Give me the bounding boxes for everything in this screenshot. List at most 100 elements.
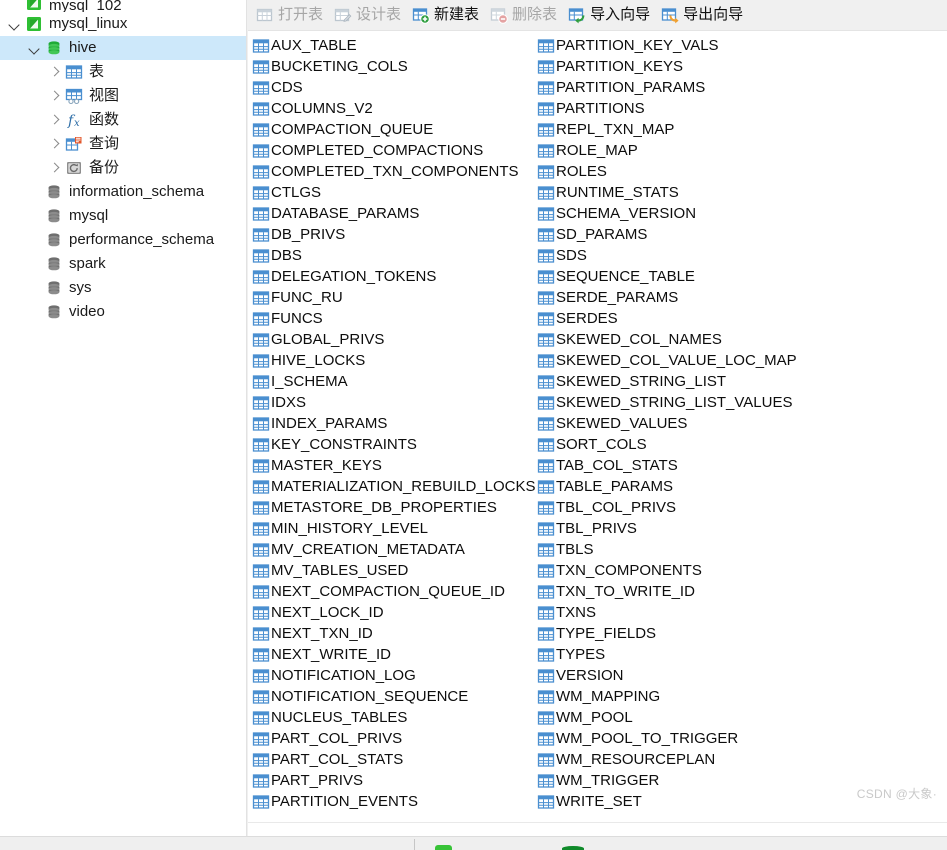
table-list-item[interactable]: SERDE_PARAMS <box>537 287 797 308</box>
table-list-item[interactable]: METASTORE_DB_PROPERTIES <box>252 497 536 518</box>
table-list-item[interactable]: COMPLETED_TXN_COMPONENTS <box>252 161 536 182</box>
chevron-right-icon[interactable] <box>48 90 61 103</box>
table-list-item[interactable]: TBL_PRIVS <box>537 518 797 539</box>
table-list-item[interactable]: PARTITION_EVENTS <box>252 791 536 812</box>
table-list-item[interactable]: TAB_COL_STATS <box>537 455 797 476</box>
tree-item-10[interactable]: performance_schema <box>0 228 246 252</box>
table-list-item[interactable]: PARTITIONS <box>537 98 797 119</box>
table-list-item[interactable]: TXNS <box>537 602 797 623</box>
table-list-item[interactable]: COLUMNS_V2 <box>252 98 536 119</box>
table-list-column-right[interactable]: PARTITION_KEY_VALS PARTITION_KEYS PARTITIO… <box>537 35 797 812</box>
table-list-item[interactable]: WM_TRIGGER <box>537 770 797 791</box>
chevron-right-icon[interactable] <box>48 138 61 151</box>
taskbar-app-icon-1[interactable] <box>435 845 452 850</box>
table-list-item[interactable]: COMPACTION_QUEUE <box>252 119 536 140</box>
tree-item-1[interactable]: mysql_linux <box>0 12 246 36</box>
table-list-item[interactable]: SEQUENCE_TABLE <box>537 266 797 287</box>
table-list-item[interactable]: HIVE_LOCKS <box>252 350 536 371</box>
table-list-item[interactable]: WM_POOL_TO_TRIGGER <box>537 728 797 749</box>
table-list-item[interactable]: DATABASE_PARAMS <box>252 203 536 224</box>
table-list-item[interactable]: DBS <box>252 245 536 266</box>
table-list-item[interactable]: SCHEMA_VERSION <box>537 203 797 224</box>
table-list-item[interactable]: NOTIFICATION_SEQUENCE <box>252 686 536 707</box>
table-list-item[interactable]: FUNCS <box>252 308 536 329</box>
table-list-item[interactable]: SDS <box>537 245 797 266</box>
toolbar-open-table-button[interactable]: 打开表 <box>252 2 330 28</box>
table-list-item[interactable]: NUCLEUS_TABLES <box>252 707 536 728</box>
table-list-item[interactable]: KEY_CONSTRAINTS <box>252 434 536 455</box>
table-list-item[interactable]: REPL_TXN_MAP <box>537 119 797 140</box>
table-list-item[interactable]: SERDES <box>537 308 797 329</box>
tree-item-3[interactable]: 表 <box>0 60 246 84</box>
tree-item-0[interactable]: mysql_102 <box>0 0 246 12</box>
table-list-item[interactable]: WM_MAPPING <box>537 686 797 707</box>
table-list-item[interactable]: CTLGS <box>252 182 536 203</box>
table-list-item[interactable]: COMPLETED_COMPACTIONS <box>252 140 536 161</box>
table-list-item[interactable]: SKEWED_COL_NAMES <box>537 329 797 350</box>
tree-item-11[interactable]: spark <box>0 252 246 276</box>
table-list-item[interactable]: VERSION <box>537 665 797 686</box>
table-list-item[interactable]: NEXT_WRITE_ID <box>252 644 536 665</box>
table-list-item[interactable]: BUCKETING_COLS <box>252 56 536 77</box>
table-list-item[interactable]: PART_COL_PRIVS <box>252 728 536 749</box>
tree-item-13[interactable]: video <box>0 300 246 324</box>
table-list-item[interactable]: DELEGATION_TOKENS <box>252 266 536 287</box>
chevron-right-icon[interactable] <box>48 162 61 175</box>
table-list-area[interactable]: AUX_TABLE BUCKETING_COLS CDS COLUMNS_V2 COMP… <box>248 31 947 822</box>
table-list-item[interactable]: DB_PRIVS <box>252 224 536 245</box>
table-list-item[interactable]: PARTITION_PARAMS <box>537 77 797 98</box>
table-list-item[interactable]: RUNTIME_STATS <box>537 182 797 203</box>
table-list-item[interactable]: WRITE_SET <box>537 791 797 812</box>
table-list-item[interactable]: I_SCHEMA <box>252 371 536 392</box>
table-list-item[interactable]: TBLS <box>537 539 797 560</box>
chevron-right-icon[interactable] <box>48 66 61 79</box>
table-list-item[interactable]: MV_CREATION_METADATA <box>252 539 536 560</box>
tree-item-6[interactable]: 查询 <box>0 132 246 156</box>
table-list-item[interactable]: GLOBAL_PRIVS <box>252 329 536 350</box>
table-list-item[interactable]: IDXS <box>252 392 536 413</box>
toolbar-new-table-button[interactable]: 新建表 <box>408 2 486 28</box>
taskbar-app-icon-2[interactable] <box>562 846 584 850</box>
tree-item-2[interactable]: hive <box>0 36 246 60</box>
table-list-item[interactable]: NOTIFICATION_LOG <box>252 665 536 686</box>
table-list-item[interactable]: TXN_TO_WRITE_ID <box>537 581 797 602</box>
table-list-item[interactable]: SKEWED_STRING_LIST <box>537 371 797 392</box>
tree-item-4[interactable]: 视图 <box>0 84 246 108</box>
table-list-item[interactable]: TYPE_FIELDS <box>537 623 797 644</box>
table-list-item[interactable]: SKEWED_STRING_LIST_VALUES <box>537 392 797 413</box>
toolbar-export-wizard-button[interactable]: 导出向导 <box>657 2 750 28</box>
tree-item-5[interactable]: f x 函数 <box>0 108 246 132</box>
table-list-item[interactable]: PART_PRIVS <box>252 770 536 791</box>
table-list-item[interactable]: FUNC_RU <box>252 287 536 308</box>
table-list-item[interactable]: SORT_COLS <box>537 434 797 455</box>
toolbar-delete-table-button[interactable]: 删除表 <box>486 2 564 28</box>
object-toolbar[interactable]: 打开表 设计表 新建表 删除表 导入向导 导出向导 <box>248 0 947 31</box>
table-list-item[interactable]: SKEWED_COL_VALUE_LOC_MAP <box>537 350 797 371</box>
table-list-item[interactable]: MASTER_KEYS <box>252 455 536 476</box>
table-list-item[interactable]: TYPES <box>537 644 797 665</box>
table-list-column-left[interactable]: AUX_TABLE BUCKETING_COLS CDS COLUMNS_V2 COMP… <box>252 35 536 812</box>
tree-item-9[interactable]: mysql <box>0 204 246 228</box>
toolbar-design-table-button[interactable]: 设计表 <box>330 2 408 28</box>
table-list-item[interactable]: PARTITION_KEY_VALS <box>537 35 797 56</box>
table-list-item[interactable]: PART_COL_STATS <box>252 749 536 770</box>
table-list-item[interactable]: SD_PARAMS <box>537 224 797 245</box>
table-list-item[interactable]: CDS <box>252 77 536 98</box>
table-list-item[interactable]: NEXT_TXN_ID <box>252 623 536 644</box>
table-list-item[interactable]: WM_RESOURCEPLAN <box>537 749 797 770</box>
table-list-item[interactable]: MATERIALIZATION_REBUILD_LOCKS <box>252 476 536 497</box>
table-list-item[interactable]: MIN_HISTORY_LEVEL <box>252 518 536 539</box>
table-list-item[interactable]: TABLE_PARAMS <box>537 476 797 497</box>
chevron-right-icon[interactable] <box>48 114 61 127</box>
table-list-item[interactable]: WM_POOL <box>537 707 797 728</box>
table-list-item[interactable]: INDEX_PARAMS <box>252 413 536 434</box>
chevron-down-icon[interactable] <box>8 18 21 31</box>
table-list-item[interactable]: NEXT_COMPACTION_QUEUE_ID <box>252 581 536 602</box>
table-list-item[interactable]: NEXT_LOCK_ID <box>252 602 536 623</box>
table-list-item[interactable]: TBL_COL_PRIVS <box>537 497 797 518</box>
table-list-item[interactable]: AUX_TABLE <box>252 35 536 56</box>
toolbar-import-wizard-button[interactable]: 导入向导 <box>564 2 657 28</box>
table-list-item[interactable]: ROLE_MAP <box>537 140 797 161</box>
table-list-item[interactable]: TXN_COMPONENTS <box>537 560 797 581</box>
table-list-item[interactable]: SKEWED_VALUES <box>537 413 797 434</box>
